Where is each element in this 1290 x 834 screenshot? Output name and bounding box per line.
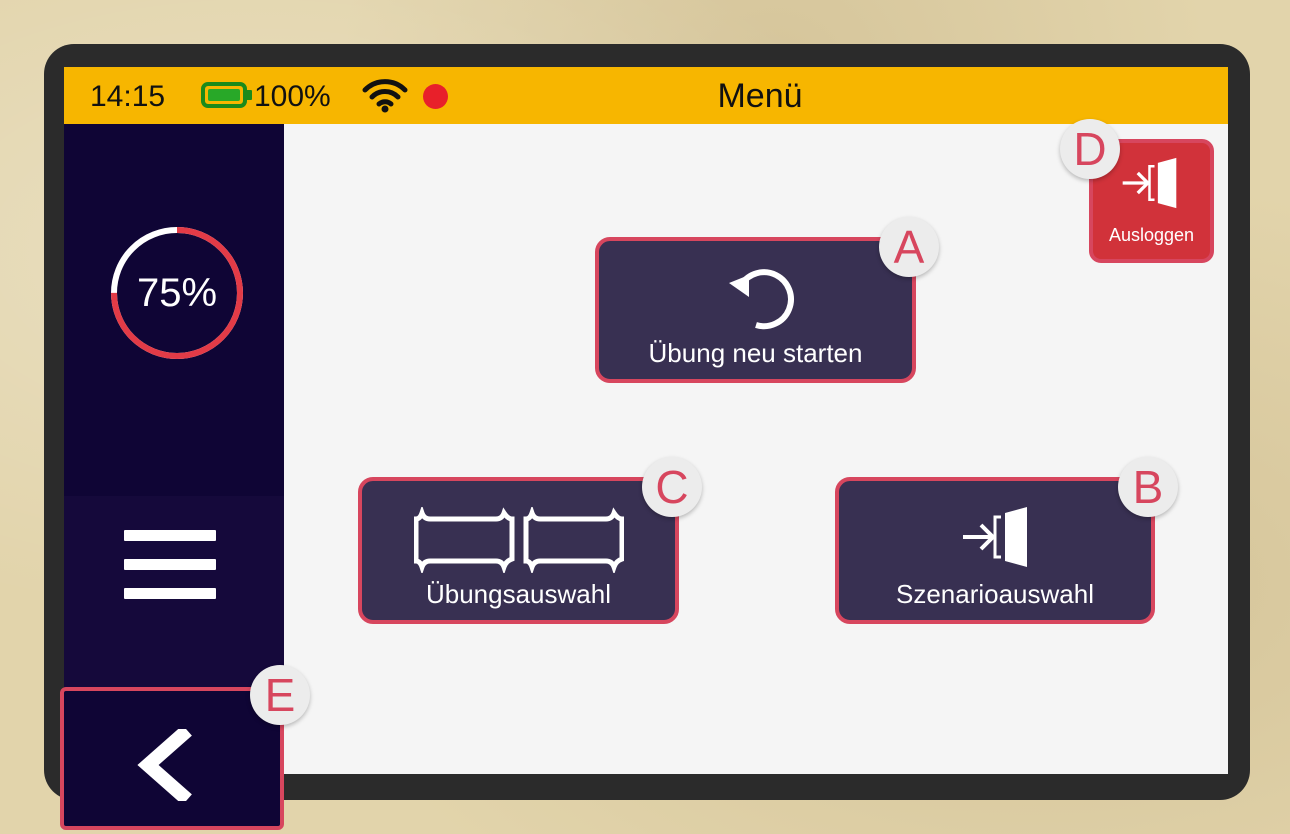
label-d-badge: D (1060, 119, 1120, 179)
label-c-badge: C (642, 457, 702, 517)
logout-label: Ausloggen (1108, 225, 1195, 245)
exercise-selection-label: Übungsauswahl (425, 579, 611, 609)
scenario-selection-label: Szenarioauswahl (895, 579, 1094, 609)
restart-exercise-button[interactable]: Übung neu starten (595, 237, 916, 383)
status-bar: 14:15 100% Menü (64, 67, 1228, 124)
restart-icon (729, 269, 794, 330)
scenario-selection-button[interactable]: Szenarioauswahl (835, 477, 1155, 624)
exercise-selection-button[interactable]: Übungsauswahl (358, 477, 679, 624)
back-button[interactable] (60, 687, 284, 830)
logout-door-icon (1122, 157, 1177, 209)
progress-percentage: 75% (136, 271, 218, 315)
chevron-left-icon (137, 729, 192, 801)
sidebar: 75% E (60, 124, 310, 830)
exercise-cards-icon (414, 507, 624, 573)
restart-exercise-label: Übung neu starten (648, 338, 863, 368)
label-a-badge: A (879, 217, 939, 277)
label-b-badge: B (1118, 457, 1178, 517)
main-content: Übung neu starten A Übungsauswahl C Szen… (284, 119, 1228, 774)
page-title: Menü (717, 77, 803, 115)
hamburger-menu-icon[interactable] (124, 530, 216, 617)
app-screen: 14:15 100% Menü 75% E Übung neu starten … (60, 67, 1228, 830)
enter-door-icon (963, 507, 1027, 567)
